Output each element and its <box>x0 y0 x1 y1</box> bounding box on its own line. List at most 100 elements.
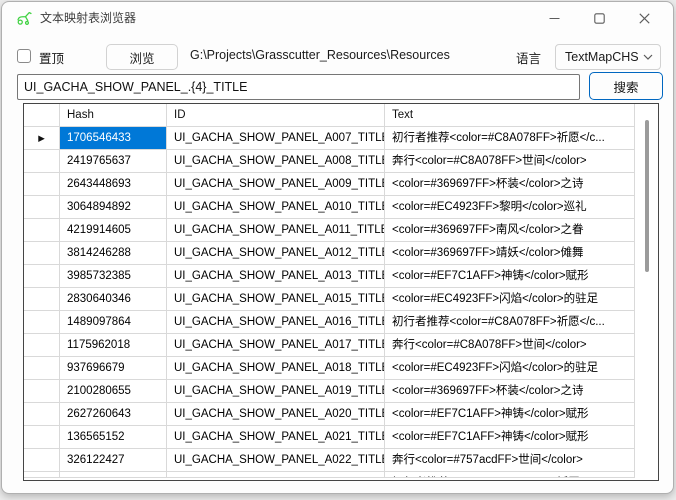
maximize-button[interactable] <box>577 2 622 34</box>
table-row[interactable]: 3814246288UI_GACHA_SHOW_PANEL_A012_TITLE… <box>24 242 635 265</box>
cell-id[interactable]: UI_GACHA_SHOW_PANEL_A019_TITLE <box>167 380 385 403</box>
row-selector[interactable] <box>24 265 60 288</box>
table-row[interactable]: ▶1706546433UI_GACHA_SHOW_PANEL_A007_TITL… <box>24 127 635 150</box>
pin-label: 置顶 <box>39 48 64 67</box>
cell-hash[interactable]: 2100280655 <box>60 380 167 403</box>
cell-id[interactable]: UI_GACHA_SHOW_PANEL_A022_TITLE <box>167 449 385 472</box>
table-row[interactable]: 初行者推荐<color=#C8A078FF>祈愿</c... <box>24 472 635 478</box>
cell-id[interactable] <box>167 472 385 478</box>
cell-id[interactable]: UI_GACHA_SHOW_PANEL_A015_TITLE <box>167 288 385 311</box>
row-selector[interactable]: ▶ <box>24 127 60 150</box>
language-select[interactable]: TextMapCHS <box>555 44 661 70</box>
cell-hash[interactable]: 326122427 <box>60 449 167 472</box>
cell-hash[interactable]: 1489097864 <box>60 311 167 334</box>
row-selector[interactable] <box>24 472 60 478</box>
table-row[interactable]: 3064894892UI_GACHA_SHOW_PANEL_A010_TITLE… <box>24 196 635 219</box>
column-header-id[interactable]: ID <box>167 104 385 127</box>
table-row[interactable]: 2627260643UI_GACHA_SHOW_PANEL_A020_TITLE… <box>24 403 635 426</box>
cell-text[interactable]: <color=#EC4923FF>闪焰</color>的驻足 <box>385 288 635 311</box>
cell-text[interactable]: <color=#EF7C1AFF>神铸</color>赋形 <box>385 426 635 449</box>
pin-checkbox[interactable] <box>17 49 31 63</box>
cell-text[interactable]: <color=#EF7C1AFF>神铸</color>赋形 <box>385 265 635 288</box>
row-selector[interactable] <box>24 334 60 357</box>
grid-header: Hash ID Text <box>24 104 635 127</box>
cell-id[interactable]: UI_GACHA_SHOW_PANEL_A010_TITLE <box>167 196 385 219</box>
cell-text[interactable]: 初行者推荐<color=#C8A078FF>祈愿</c... <box>385 311 635 334</box>
cell-id[interactable]: UI_GACHA_SHOW_PANEL_A018_TITLE <box>167 357 385 380</box>
row-selector[interactable] <box>24 242 60 265</box>
cell-text[interactable]: <color=#369697FF>靖妖</color>傩舞 <box>385 242 635 265</box>
app-window: 文本映射表浏览器 置顶 浏览 G:\Projects\Grasscutter_R… <box>1 1 674 494</box>
cell-hash[interactable]: 2627260643 <box>60 403 167 426</box>
cell-text[interactable]: <color=#EC4923FF>闪焰</color>的驻足 <box>385 357 635 380</box>
row-selector[interactable] <box>24 288 60 311</box>
cell-text[interactable]: <color=#369697FF>杯装</color>之诗 <box>385 380 635 403</box>
table-row[interactable]: 1175962018UI_GACHA_SHOW_PANEL_A017_TITLE… <box>24 334 635 357</box>
title-bar[interactable]: 文本映射表浏览器 <box>2 2 673 34</box>
row-selector[interactable] <box>24 173 60 196</box>
scrollbar-thumb[interactable] <box>645 120 649 272</box>
cell-text[interactable]: 奔行<color=#C8A078FF>世间</color> <box>385 334 635 357</box>
cell-hash[interactable]: 2830640346 <box>60 288 167 311</box>
search-input[interactable] <box>17 74 580 100</box>
minimize-button[interactable] <box>532 2 577 34</box>
cell-text[interactable]: <color=#EF7C1AFF>神铸</color>赋形 <box>385 403 635 426</box>
row-selector[interactable] <box>24 426 60 449</box>
cell-id[interactable]: UI_GACHA_SHOW_PANEL_A016_TITLE <box>167 311 385 334</box>
table-row[interactable]: 2830640346UI_GACHA_SHOW_PANEL_A015_TITLE… <box>24 288 635 311</box>
cell-text[interactable]: 奔行<color=#C8A078FF>世间</color> <box>385 150 635 173</box>
table-row[interactable]: 2419765637UI_GACHA_SHOW_PANEL_A008_TITLE… <box>24 150 635 173</box>
cell-text[interactable]: 奔行<color=#757acdFF>世间</color> <box>385 449 635 472</box>
cell-id[interactable]: UI_GACHA_SHOW_PANEL_A008_TITLE <box>167 150 385 173</box>
cell-id[interactable]: UI_GACHA_SHOW_PANEL_A013_TITLE <box>167 265 385 288</box>
table-row[interactable]: 1489097864UI_GACHA_SHOW_PANEL_A016_TITLE… <box>24 311 635 334</box>
cell-hash[interactable]: 136565152 <box>60 426 167 449</box>
cell-id[interactable]: UI_GACHA_SHOW_PANEL_A009_TITLE <box>167 173 385 196</box>
row-selector[interactable] <box>24 219 60 242</box>
cell-hash[interactable]: 1175962018 <box>60 334 167 357</box>
cell-hash[interactable]: 3064894892 <box>60 196 167 219</box>
table-row[interactable]: 136565152UI_GACHA_SHOW_PANEL_A021_TITLE<… <box>24 426 635 449</box>
table-row[interactable]: 3985732385UI_GACHA_SHOW_PANEL_A013_TITLE… <box>24 265 635 288</box>
cell-hash[interactable]: 3985732385 <box>60 265 167 288</box>
row-selector[interactable] <box>24 403 60 426</box>
cell-hash[interactable]: 1706546433 <box>60 127 167 150</box>
table-row[interactable]: 2100280655UI_GACHA_SHOW_PANEL_A019_TITLE… <box>24 380 635 403</box>
row-selector[interactable] <box>24 311 60 334</box>
table-row[interactable]: 2643448693UI_GACHA_SHOW_PANEL_A009_TITLE… <box>24 173 635 196</box>
cell-id[interactable]: UI_GACHA_SHOW_PANEL_A007_TITLE <box>167 127 385 150</box>
cell-hash[interactable]: 3814246288 <box>60 242 167 265</box>
search-button[interactable]: 搜索 <box>589 72 663 100</box>
table-row[interactable]: 937696679UI_GACHA_SHOW_PANEL_A018_TITLE<… <box>24 357 635 380</box>
table-row[interactable]: 326122427UI_GACHA_SHOW_PANEL_A022_TITLE奔… <box>24 449 635 472</box>
browse-button[interactable]: 浏览 <box>106 44 178 70</box>
row-selector[interactable] <box>24 196 60 219</box>
cell-hash[interactable]: 4219914605 <box>60 219 167 242</box>
cell-text[interactable]: <color=#369697FF>南风</color>之眷 <box>385 219 635 242</box>
cell-id[interactable]: UI_GACHA_SHOW_PANEL_A012_TITLE <box>167 242 385 265</box>
cell-id[interactable]: UI_GACHA_SHOW_PANEL_A020_TITLE <box>167 403 385 426</box>
cell-hash[interactable]: 2643448693 <box>60 173 167 196</box>
close-button[interactable] <box>622 2 667 34</box>
cell-text[interactable]: 初行者推荐<color=#C8A078FF>祈愿</c... <box>385 127 635 150</box>
cell-text[interactable]: 初行者推荐<color=#C8A078FF>祈愿</c... <box>385 472 635 478</box>
cell-hash[interactable]: 2419765637 <box>60 150 167 173</box>
row-selector[interactable] <box>24 150 60 173</box>
cell-hash[interactable] <box>60 472 167 478</box>
cell-hash[interactable]: 937696679 <box>60 357 167 380</box>
cell-id[interactable]: UI_GACHA_SHOW_PANEL_A021_TITLE <box>167 426 385 449</box>
row-selector[interactable] <box>24 449 60 472</box>
table-row[interactable]: 4219914605UI_GACHA_SHOW_PANEL_A011_TITLE… <box>24 219 635 242</box>
cell-text[interactable]: <color=#EC4923FF>黎明</color>巡礼 <box>385 196 635 219</box>
column-header-text[interactable]: Text <box>385 104 635 127</box>
row-selector[interactable] <box>24 380 60 403</box>
row-selector[interactable] <box>24 357 60 380</box>
cell-text[interactable]: <color=#369697FF>杯装</color>之诗 <box>385 173 635 196</box>
grid-corner-cell <box>24 104 60 127</box>
resource-path: G:\Projects\Grasscutter_Resources\Resour… <box>190 48 450 62</box>
cell-id[interactable]: UI_GACHA_SHOW_PANEL_A011_TITLE <box>167 219 385 242</box>
textmap-grid: Hash ID Text ▶1706546433UI_GACHA_SHOW_PA… <box>23 103 659 481</box>
cell-id[interactable]: UI_GACHA_SHOW_PANEL_A017_TITLE <box>167 334 385 357</box>
vertical-scrollbar[interactable] <box>635 104 658 480</box>
column-header-hash[interactable]: Hash <box>60 104 167 127</box>
